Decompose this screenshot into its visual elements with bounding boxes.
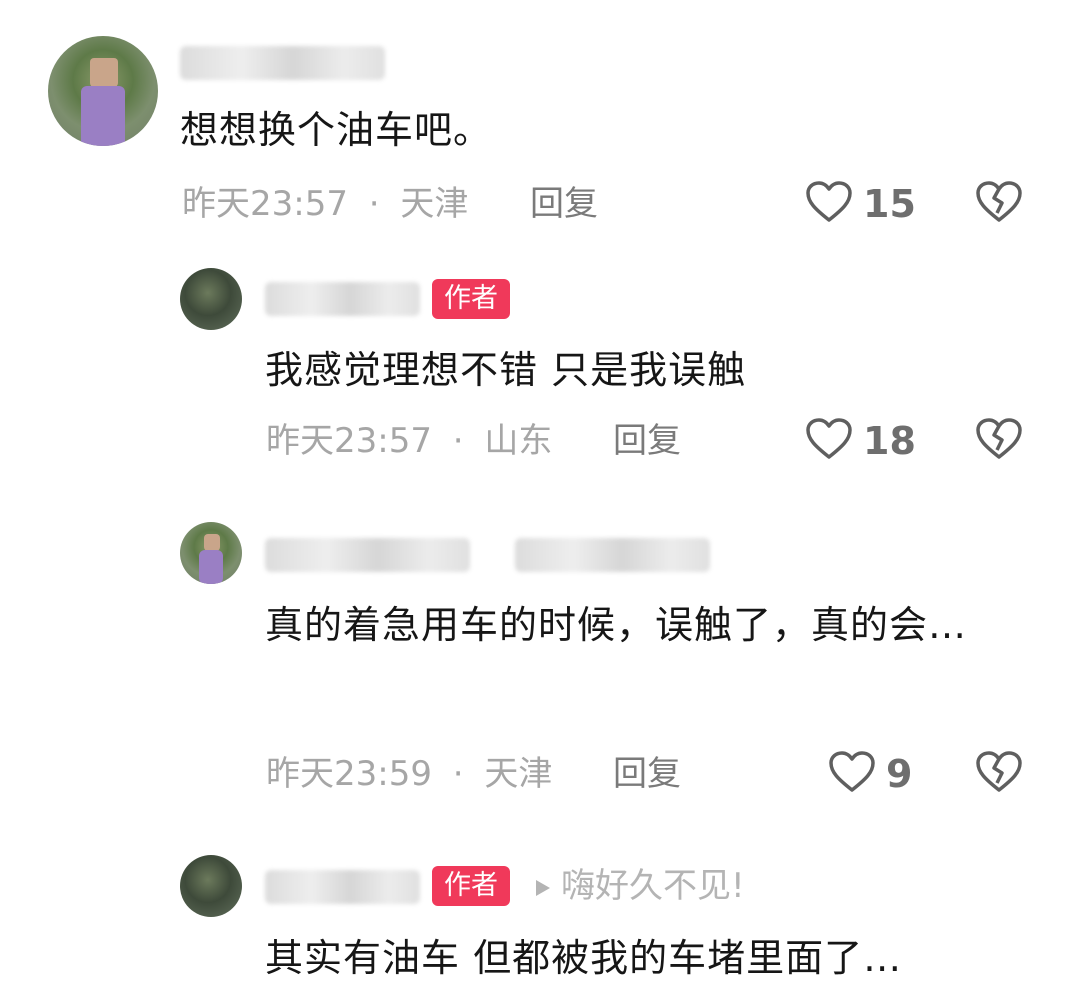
author-badge: 作者 bbox=[432, 866, 510, 906]
comment-meta: 昨天23:59 · 天津 bbox=[266, 752, 552, 796]
reply-button[interactable]: 回复 bbox=[530, 182, 598, 226]
reply-button[interactable]: 回复 bbox=[613, 419, 681, 463]
comment-text: 想想换个油车吧。 bbox=[180, 108, 493, 152]
broken-heart-icon bbox=[975, 180, 1023, 228]
like-count: 18 bbox=[863, 419, 916, 463]
author-avatar[interactable] bbox=[180, 268, 242, 330]
author-badge: 作者 bbox=[432, 279, 510, 319]
reply-to-name: 嗨好久不见! bbox=[561, 866, 745, 906]
like-button[interactable]: 9 bbox=[828, 750, 912, 798]
comment-meta: 昨天23:57 · 天津 bbox=[182, 182, 468, 226]
broken-heart-icon bbox=[975, 750, 1023, 798]
reply-button[interactable]: 回复 bbox=[613, 752, 681, 796]
comment-time: 昨天23:59 bbox=[266, 754, 432, 794]
meta-separator: · bbox=[452, 754, 464, 794]
comment-time: 昨天23:57 bbox=[266, 421, 432, 461]
comment-text: 真的着急用车的时候，误触了，真的会… bbox=[265, 603, 968, 647]
broken-heart-icon bbox=[975, 417, 1023, 465]
dislike-button[interactable] bbox=[975, 750, 1023, 798]
like-count: 9 bbox=[886, 752, 913, 796]
comment-text: 我感觉理想不错 只是我误触 bbox=[265, 348, 747, 392]
author-name-blurred[interactable] bbox=[265, 870, 420, 904]
commenter-name-blurred[interactable] bbox=[265, 538, 470, 572]
reply-to-name-blurred[interactable] bbox=[515, 538, 710, 572]
meta-separator: · bbox=[452, 421, 464, 461]
comment-location: 天津 bbox=[484, 754, 553, 794]
commenter-name-blurred[interactable] bbox=[180, 46, 385, 80]
comment-time: 昨天23:57 bbox=[182, 184, 348, 224]
author-name-blurred[interactable] bbox=[265, 282, 420, 316]
author-avatar[interactable] bbox=[180, 855, 242, 917]
meta-separator: · bbox=[368, 184, 380, 224]
dislike-button[interactable] bbox=[975, 180, 1023, 228]
comment-text: 其实有油车 但都被我的车堵里面了… bbox=[265, 936, 903, 980]
like-button[interactable]: 15 bbox=[805, 180, 916, 228]
like-count: 15 bbox=[863, 182, 916, 226]
play-triangle-icon bbox=[535, 864, 551, 908]
dislike-button[interactable] bbox=[975, 417, 1023, 465]
commenter-avatar[interactable] bbox=[180, 522, 242, 584]
heart-outline-icon bbox=[805, 180, 853, 228]
comment-location: 天津 bbox=[400, 184, 469, 224]
comment-location: 山东 bbox=[484, 421, 553, 461]
heart-outline-icon bbox=[828, 750, 876, 798]
reply-to-indicator[interactable]: 嗨好久不见! bbox=[535, 864, 745, 908]
commenter-avatar[interactable] bbox=[48, 36, 158, 146]
heart-outline-icon bbox=[805, 417, 853, 465]
comment-meta: 昨天23:57 · 山东 bbox=[266, 419, 552, 463]
like-button[interactable]: 18 bbox=[805, 417, 916, 465]
